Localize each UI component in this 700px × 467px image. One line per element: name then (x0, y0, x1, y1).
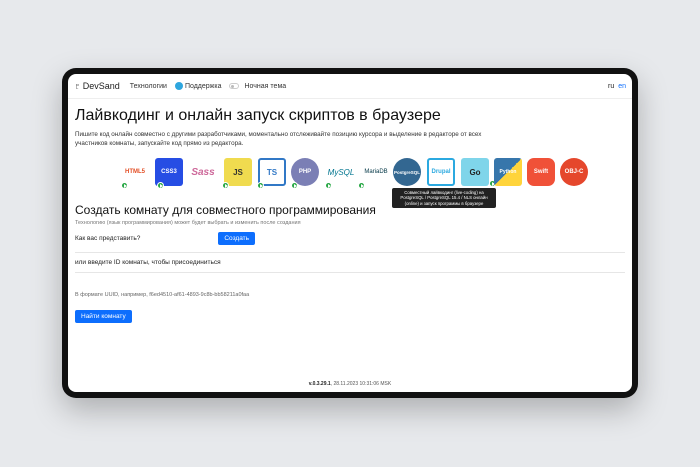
find-room-button[interactable]: Найти комнату (75, 310, 132, 323)
footer: v.0.3.29.1, 28.11.2023 10:31:06 MSK (68, 381, 632, 387)
lang-en[interactable]: en (618, 83, 626, 90)
run-mariadb-icon[interactable] (358, 182, 365, 189)
lang-ru[interactable]: ru (608, 83, 614, 90)
device-frame: ♇ DevSand Технологии Поддержка Ночная те… (62, 68, 638, 398)
navbar: ♇ DevSand Технологии Поддержка Ночная те… (68, 74, 632, 99)
night-theme-label: Ночная тема (244, 82, 287, 90)
page-title: Лайвкодинг и онлайн запуск скриптов в бр… (75, 107, 441, 124)
mariadb-label: MariaDB (364, 169, 388, 175)
swift-icon[interactable]: Swift (527, 158, 555, 186)
telegram-icon (174, 82, 183, 90)
go-label: Go (469, 167, 481, 177)
nav-support-label: Поддержка (184, 82, 222, 90)
create-room-hint: Технологию (язык программирования) может… (75, 220, 301, 226)
room-id-input[interactable] (75, 273, 625, 285)
objc-label: OBJ-C (564, 169, 584, 175)
page-lead: Пишите код онлайн совместно с другими ра… (75, 131, 482, 147)
name-label: Как вас представить? (75, 235, 141, 242)
swift-label: Swift (533, 169, 549, 175)
nav-technologies-label: Технологии (129, 82, 167, 90)
nav-support[interactable]: Поддержка (174, 82, 222, 90)
uuid-hint: В формате UUID, например, f6ed4510-af61-… (75, 292, 250, 298)
join-room-text: или введите ID комнаты, чтобы присоедини… (75, 259, 221, 266)
css3-label: CSS3 (161, 169, 177, 175)
run-php-icon[interactable] (291, 182, 298, 189)
toggle-switch-icon[interactable] (229, 83, 240, 89)
run-ts-icon[interactable] (257, 182, 264, 189)
postgresql-icon[interactable]: PostgreSQL (393, 158, 421, 186)
name-input[interactable] (144, 233, 218, 245)
main-content: Лайвкодинг и онлайн запуск скриптов в бр… (68, 99, 632, 329)
run-css3-icon[interactable] (157, 182, 164, 189)
run-js-icon[interactable] (222, 182, 229, 189)
create-room-form: Как вас представить? Создать (75, 232, 625, 245)
python-icon[interactable]: Python (494, 158, 522, 186)
js-label: JS (233, 167, 243, 177)
build-timestamp: , 28.11.2023 10:31:06 MSK (330, 381, 392, 387)
mariadb-icon[interactable]: MariaDB (359, 158, 393, 186)
night-theme-toggle[interactable]: Ночная тема (229, 83, 286, 90)
browser-screen: ♇ DevSand Технологии Поддержка Ночная те… (68, 74, 632, 392)
drupal-label: Drupal (431, 169, 451, 175)
sass-icon[interactable]: Sass (189, 158, 217, 186)
language-tooltip: Совместный лайвкодинг (live-coding) на P… (392, 188, 496, 208)
create-room-title: Создать комнату для совместного программ… (75, 203, 376, 217)
run-html5-icon[interactable] (121, 182, 128, 189)
brand[interactable]: ♇ DevSand (74, 81, 120, 91)
languages-row: HTML5 CSS3 Sass JS TS PHP MySQL MariaDB … (75, 158, 625, 208)
language-switcher: ru en (608, 83, 626, 90)
version: v.0.3.29.1 (308, 381, 331, 387)
sass-label: Sass (191, 166, 215, 178)
python-label: Python (499, 169, 517, 175)
run-mysql-icon[interactable] (325, 182, 332, 189)
create-button[interactable]: Создать (218, 232, 256, 245)
nav-technologies[interactable]: Технологии (130, 83, 167, 90)
mysql-label: MySQL (327, 167, 355, 177)
drupal-icon[interactable]: Drupal (427, 158, 455, 186)
postgresql-label: PostgreSQL (393, 169, 420, 175)
php-label: PHP (298, 169, 312, 175)
go-gopher-icon[interactable]: Go (461, 158, 489, 186)
ts-label: TS (266, 167, 278, 177)
brand-name: DevSand (82, 81, 120, 91)
objc-icon[interactable]: OBJ-C (560, 158, 588, 186)
html5-label: HTML5 (125, 169, 145, 175)
devsand-logo-icon: ♇ (74, 81, 81, 91)
js-icon[interactable]: JS (224, 158, 252, 186)
